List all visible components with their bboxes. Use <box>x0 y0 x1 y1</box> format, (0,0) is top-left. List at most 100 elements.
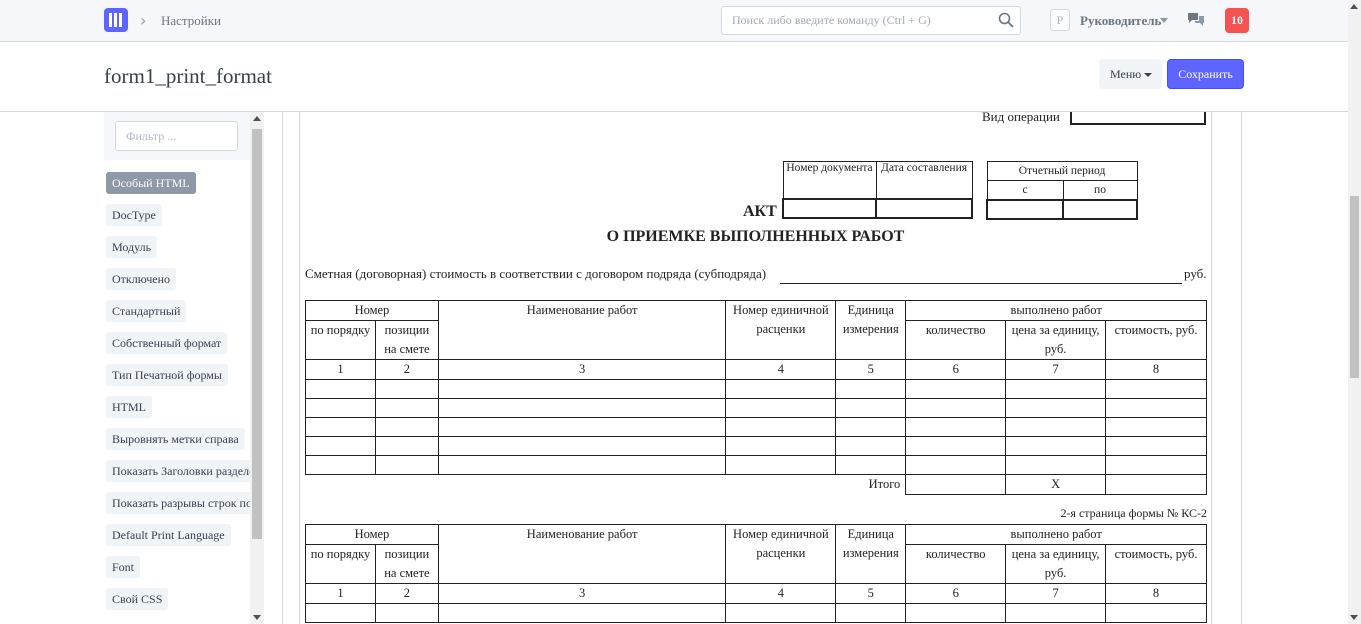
unit-header: Единица измерения <box>835 300 907 360</box>
cost-header: стоимость, руб. <box>1105 320 1207 360</box>
estimate-text: Сметная (договорная) стоимость в соответ… <box>305 266 767 281</box>
number-header: Номер <box>305 300 439 321</box>
scroll-up-icon[interactable] <box>253 116 261 121</box>
estimate-pos-header: позиции на смете <box>374 320 439 360</box>
table-row <box>305 379 1207 399</box>
period-table: Отчетный период с по <box>986 161 1138 220</box>
done-header: выполнено работ <box>905 300 1207 321</box>
filter-input[interactable] <box>115 121 238 151</box>
header-line: цена за единицу, <box>1011 323 1100 337</box>
scroll-down-icon[interactable] <box>253 615 261 620</box>
price-header: цена за единицу, руб. <box>1005 544 1107 584</box>
field-item[interactable]: HTML <box>106 396 152 418</box>
field-item[interactable]: Модуль <box>106 236 158 258</box>
app-logo-icon[interactable] <box>104 8 128 32</box>
fields-sidebar: Особый HTML DocType Модуль Отключено Ста… <box>104 112 250 624</box>
period-header: Отчетный период <box>986 161 1138 181</box>
field-item[interactable]: Тип Печатной формы <box>106 364 228 386</box>
doc-number-cell <box>782 197 877 219</box>
field-list: Особый HTML DocType Модуль Отключено Ста… <box>106 172 250 620</box>
period-to-cell <box>1062 198 1138 220</box>
cost-header: стоимость, руб. <box>1105 544 1207 584</box>
scroll-down-icon[interactable] <box>1350 615 1358 620</box>
by-order-header: по порядку <box>305 544 376 584</box>
column-number: 4 <box>725 583 837 604</box>
scrollbar-thumb[interactable] <box>1350 196 1359 378</box>
quantity-header: количество <box>905 320 1007 360</box>
doc-date-header: Дата составления <box>875 161 973 199</box>
work-name-header: Наименование работ <box>437 300 727 360</box>
print-document: Вид операции Номер документа Дата состав… <box>299 112 1212 624</box>
save-button[interactable]: Сохранить <box>1167 59 1244 89</box>
by-order-header: по порядку <box>305 320 376 360</box>
field-item[interactable]: Стандартный <box>106 300 187 322</box>
act-title: АКТ <box>743 203 777 220</box>
works-table-page2: Номер Наименование работ Номер единичной… <box>305 524 1207 623</box>
column-number: 3 <box>437 359 727 380</box>
field-item[interactable]: Font <box>106 556 141 578</box>
column-number: 6 <box>905 583 1007 604</box>
notifications-badge[interactable]: 10 <box>1225 8 1249 33</box>
column-number: 7 <box>1005 583 1107 604</box>
field-item[interactable]: Default Print Language <box>106 524 231 546</box>
page2-note: 2-я страница формы № КС-2 <box>1060 506 1207 520</box>
field-item[interactable]: Отключено <box>106 268 177 290</box>
caret-down-icon <box>1144 73 1152 77</box>
column-numbers-row: 1 2 3 4 5 6 7 8 <box>305 583 1207 604</box>
field-item[interactable]: Показать Заголовки разделов <box>106 460 250 482</box>
doc-date-cell <box>875 197 973 219</box>
top-navbar: › Настройки Р Руководитель 10 <box>0 0 1361 42</box>
chevron-right-icon: › <box>140 11 147 30</box>
user-menu[interactable]: Руководитель <box>1080 13 1161 29</box>
chat-icon[interactable] <box>1187 12 1205 28</box>
period-from-label: с <box>986 180 1064 200</box>
breadcrumb[interactable]: Настройки <box>161 13 221 29</box>
menu-button[interactable]: Меню <box>1099 59 1162 89</box>
estimate-pos-header: позиции на смете <box>374 544 439 584</box>
field-item[interactable]: Показать разрывы строк после разделов <box>106 492 250 514</box>
column-number: 3 <box>437 583 727 604</box>
quantity-header: количество <box>905 544 1007 584</box>
column-number: 5 <box>835 583 907 604</box>
search-icon[interactable] <box>998 12 1014 28</box>
search-bar[interactable] <box>721 6 1021 35</box>
estimate-underline <box>780 283 1182 284</box>
act-subtitle: О ПРИЕМКЕ ВЫПОЛНЕННЫХ РАБОТ <box>606 228 905 245</box>
field-item[interactable]: Собственный формат <box>106 332 228 354</box>
doc-number-header: Номер документа <box>782 161 877 199</box>
caret-down-icon[interactable] <box>1160 18 1168 23</box>
header-line: на смете <box>384 566 430 580</box>
unit-price-no-header: Номер единичной расценки <box>725 524 837 584</box>
field-item[interactable]: Особый HTML <box>106 172 196 194</box>
page-scrollbar[interactable] <box>1348 0 1361 624</box>
unit-header: Единица измерения <box>835 524 907 584</box>
search-input[interactable] <box>732 13 992 28</box>
field-item[interactable]: Свой CSS <box>106 588 169 610</box>
avatar[interactable]: Р <box>1050 9 1070 31</box>
column-number: 1 <box>305 583 376 604</box>
number-header: Номер <box>305 524 439 545</box>
scrollbar-thumb[interactable] <box>252 129 262 539</box>
header-line: позиции <box>384 547 430 561</box>
doc-number-table: Номер документа Дата составления <box>782 161 973 219</box>
scroll-up-icon[interactable] <box>1350 4 1358 9</box>
operation-box <box>1070 112 1206 125</box>
header-line: измерения <box>842 546 899 560</box>
total-label: Итого <box>868 477 901 491</box>
sidebar-scrollbar[interactable] <box>250 112 264 624</box>
work-name-header: Наименование работ <box>437 524 727 584</box>
field-item[interactable]: DocType <box>106 204 162 226</box>
header-line: Единица <box>847 303 894 317</box>
print-preview: Вид операции Номер документа Дата состав… <box>282 112 1242 624</box>
page-title: form1_print_format <box>104 64 272 88</box>
total-x-cell: Х <box>1005 474 1107 495</box>
table-row <box>305 417 1207 437</box>
column-number: 4 <box>725 359 837 380</box>
works-table: Номер Наименование работ Номер единичной… <box>305 300 1207 495</box>
currency-label: руб. <box>1184 266 1207 281</box>
operation-label: Вид операции <box>982 112 1060 124</box>
column-number: 6 <box>905 359 1007 380</box>
field-item[interactable]: Выровнять метки справа <box>106 428 245 450</box>
table-row <box>305 436 1207 456</box>
period-to-label: по <box>1062 180 1138 200</box>
